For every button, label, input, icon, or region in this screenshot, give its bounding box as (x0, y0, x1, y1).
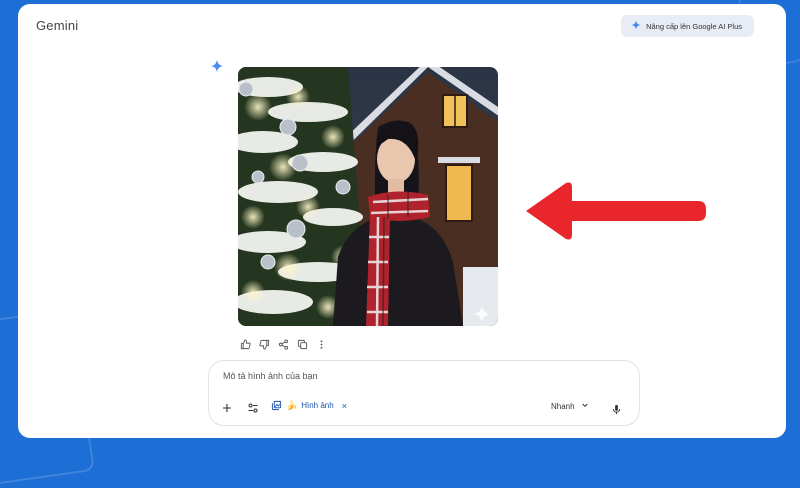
sparkle-icon (631, 20, 641, 32)
thumbs-up-icon[interactable] (240, 339, 251, 350)
mode-selector[interactable]: Nhanh (551, 401, 589, 411)
gemini-spark-icon (210, 59, 224, 73)
mode-label: Nhanh (551, 401, 575, 411)
plus-icon[interactable] (221, 402, 233, 414)
mic-icon[interactable] (611, 402, 622, 420)
thumbs-down-icon[interactable] (259, 339, 270, 350)
prompt-input[interactable] (223, 371, 603, 381)
tools-icon[interactable] (247, 402, 259, 414)
app-window: Gemini Nâng cấp lên Google AI Plus Mô tả… (18, 4, 786, 438)
more-vert-icon[interactable] (316, 339, 327, 350)
banana-icon: 🍌 (286, 400, 298, 410)
copy-icon[interactable] (297, 339, 308, 350)
upgrade-label: Nâng cấp lên Google AI Plus (646, 21, 742, 31)
red-arrow-annotation (526, 181, 708, 241)
image-tool-chip[interactable]: 🍌 Hình ảnh × (271, 400, 347, 411)
image-icon (271, 400, 282, 411)
generated-image[interactable] (238, 67, 498, 326)
image-chip-label: Hình ảnh (301, 401, 334, 410)
chevron-down-icon (581, 401, 589, 411)
app-title: Gemini (36, 18, 79, 33)
upgrade-button[interactable]: Nâng cấp lên Google AI Plus (621, 15, 754, 37)
share-icon[interactable] (278, 339, 289, 350)
close-icon[interactable]: × (342, 401, 347, 411)
prompt-composer: 🍌 Hình ảnh × Nhanh (208, 360, 640, 426)
response-actions (240, 339, 327, 350)
